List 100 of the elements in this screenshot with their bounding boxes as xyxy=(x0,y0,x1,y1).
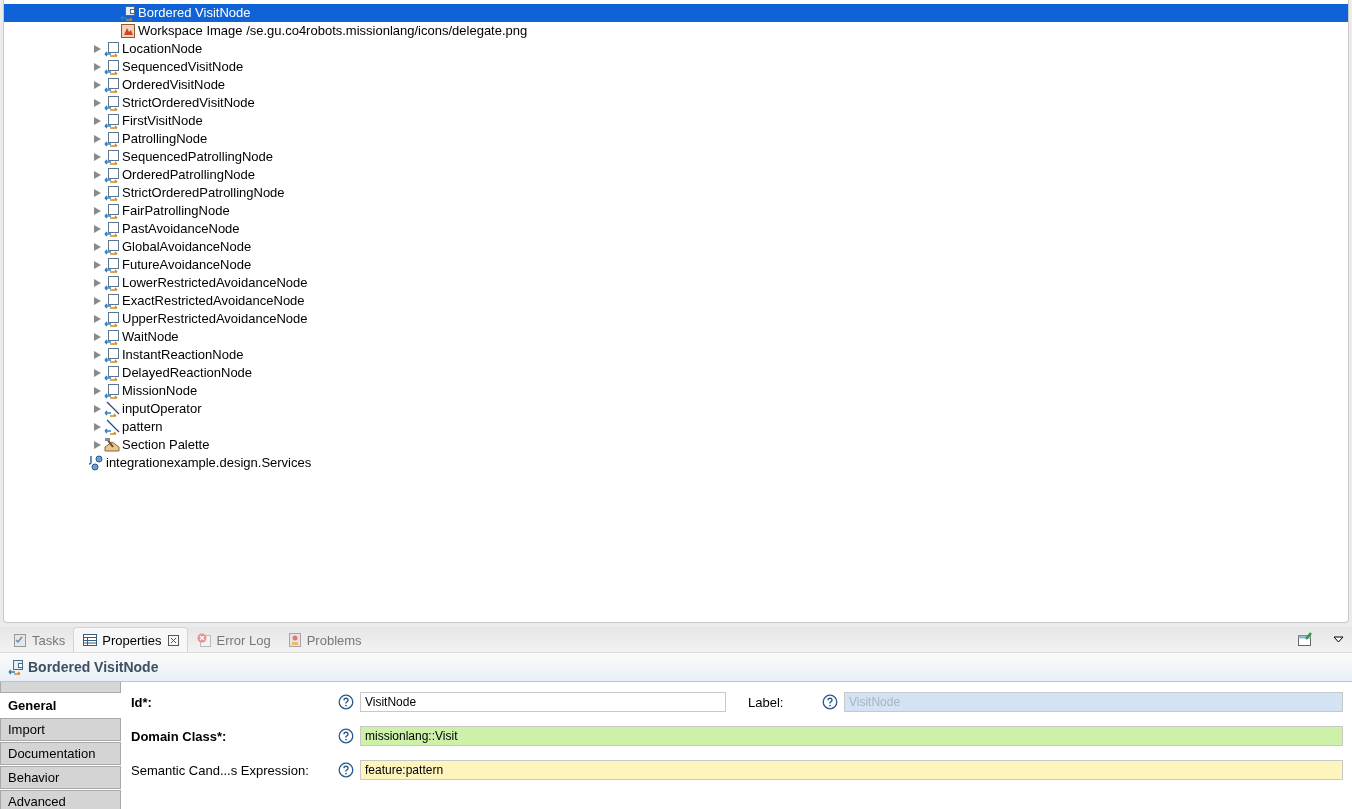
expand-arrow-icon[interactable] xyxy=(94,243,101,251)
help-icon[interactable] xyxy=(338,762,354,778)
tree-item[interactable]: FutureAvoidanceNode xyxy=(4,256,1348,274)
tree-item[interactable]: Workspace Image /se.gu.co4robots.missionlang/icons/delegate.png xyxy=(4,22,1348,40)
hammer-icon xyxy=(104,437,120,453)
tree-item[interactable]: pattern xyxy=(4,418,1348,436)
node-icon xyxy=(104,131,120,147)
tree-item[interactable]: PastAvoidanceNode xyxy=(4,220,1348,238)
node-icon xyxy=(104,185,120,201)
node-icon xyxy=(104,257,120,273)
tree-item[interactable]: GlobalAvoidanceNode xyxy=(4,238,1348,256)
clipboard-icon xyxy=(12,632,28,648)
tree-item[interactable]: StrictOrderedPatrollingNode xyxy=(4,184,1348,202)
expand-arrow-icon[interactable] xyxy=(94,369,101,377)
expand-arrow-icon[interactable] xyxy=(94,423,101,431)
help-icon[interactable] xyxy=(338,694,354,710)
tree-item-label: LowerRestrictedAvoidanceNode xyxy=(122,274,308,292)
edge-icon xyxy=(104,401,120,417)
tree-item-label: inputOperator xyxy=(122,400,202,418)
expand-arrow-icon[interactable] xyxy=(94,207,101,215)
node-icon xyxy=(104,293,120,309)
tree-item-label: integrationexample.design.Services xyxy=(106,454,312,472)
expand-arrow-icon[interactable] xyxy=(94,387,101,395)
tree-item[interactable]: DelayedReactionNode xyxy=(4,364,1348,382)
tree-item[interactable]: LocationNode xyxy=(4,40,1348,58)
expand-arrow-icon[interactable] xyxy=(94,279,101,287)
tree-item-label: InstantReactionNode xyxy=(122,346,244,364)
section-tab[interactable]: Documentation xyxy=(0,742,121,765)
tree-item-label: StrictOrderedVisitNode xyxy=(122,94,255,112)
field-label: Label: xyxy=(748,694,785,710)
tree-item-label: UpperRestrictedAvoidanceNode xyxy=(122,310,308,328)
expand-arrow-icon[interactable] xyxy=(94,405,101,413)
tree-item[interactable]: OrderedPatrollingNode xyxy=(4,166,1348,184)
tree-item-label: Section Palette xyxy=(122,436,210,454)
tree-item[interactable]: FirstVisitNode xyxy=(4,112,1348,130)
text-field[interactable]: missionlang::Visit xyxy=(360,726,1343,746)
tree-item[interactable]: WaitNode xyxy=(4,328,1348,346)
text-field[interactable]: VisitNode xyxy=(360,692,726,712)
tree-item[interactable]: InstantReactionNode xyxy=(4,346,1348,364)
help-icon[interactable] xyxy=(822,694,838,710)
expand-arrow-icon[interactable] xyxy=(94,117,101,125)
tree-item-label: PastAvoidanceNode xyxy=(122,220,240,238)
tree-item[interactable]: MissionNode xyxy=(4,382,1348,400)
view-tab[interactable]: Error Log xyxy=(188,628,279,652)
tree-item-label: FairPatrollingNode xyxy=(122,202,230,220)
field-label: Id*: xyxy=(131,694,153,710)
tree-item[interactable]: integrationexample.design.Services xyxy=(4,454,1348,472)
view-tab[interactable]: Tasks xyxy=(4,628,74,652)
text-field[interactable]: feature:pattern xyxy=(360,760,1343,780)
tree-item-label: FirstVisitNode xyxy=(122,112,203,130)
view-tab[interactable]: Properties xyxy=(73,627,189,652)
tree-item[interactable]: ExactRestrictedAvoidanceNode xyxy=(4,292,1348,310)
expand-arrow-icon[interactable] xyxy=(94,81,101,89)
node-icon xyxy=(104,383,120,399)
tree-item[interactable]: OrderedVisitNode xyxy=(4,76,1348,94)
expand-arrow-icon[interactable] xyxy=(94,351,101,359)
expand-arrow-icon[interactable] xyxy=(94,297,101,305)
tree-item[interactable]: Bordered VisitNode xyxy=(4,4,1348,22)
tree-item[interactable]: Section Palette xyxy=(4,436,1348,454)
node-icon xyxy=(104,203,120,219)
expand-arrow-icon[interactable] xyxy=(94,261,101,269)
expand-arrow-icon[interactable] xyxy=(94,153,101,161)
table-icon xyxy=(82,632,99,648)
node-icon xyxy=(104,221,120,237)
tree-item[interactable]: StrictOrderedVisitNode xyxy=(4,94,1348,112)
expand-arrow-icon[interactable] xyxy=(94,333,101,341)
bordered-node-icon xyxy=(120,5,136,21)
node-icon xyxy=(104,149,120,165)
expand-arrow-icon[interactable] xyxy=(94,171,101,179)
section-tab[interactable]: Advanced xyxy=(0,790,121,809)
expand-arrow-icon[interactable] xyxy=(94,315,101,323)
close-icon[interactable] xyxy=(168,634,180,646)
view-menu-icon[interactable] xyxy=(1333,635,1344,643)
tree-item[interactable]: PatrollingNode xyxy=(4,130,1348,148)
tree-item-label: StrictOrderedPatrollingNode xyxy=(122,184,285,202)
pin-icon[interactable] xyxy=(1297,631,1313,647)
tree-item-label: WaitNode xyxy=(122,328,179,346)
tree-item[interactable]: FairPatrollingNode xyxy=(4,202,1348,220)
section-tab[interactable]: Behavior xyxy=(0,766,121,789)
help-icon[interactable] xyxy=(338,728,354,744)
tree-item-label: LocationNode xyxy=(122,40,203,58)
expand-arrow-icon[interactable] xyxy=(94,189,101,197)
tree-item-label: DelayedReactionNode xyxy=(122,364,253,382)
tree-item[interactable]: UpperRestrictedAvoidanceNode xyxy=(4,310,1348,328)
tree-item[interactable]: SequencedPatrollingNode xyxy=(4,148,1348,166)
expand-arrow-icon[interactable] xyxy=(94,63,101,71)
tree-item-label: FutureAvoidanceNode xyxy=(122,256,252,274)
expand-arrow-icon[interactable] xyxy=(94,225,101,233)
expand-arrow-icon[interactable] xyxy=(94,45,101,53)
node-icon xyxy=(104,239,120,255)
services-icon xyxy=(88,455,104,471)
expand-arrow-icon[interactable] xyxy=(94,99,101,107)
tree-item[interactable]: inputOperator xyxy=(4,400,1348,418)
error-log-icon xyxy=(196,632,213,648)
tree-item[interactable]: LowerRestrictedAvoidanceNode xyxy=(4,274,1348,292)
section-tab[interactable]: Import xyxy=(0,718,121,741)
view-tab[interactable]: Problems xyxy=(278,628,370,652)
tree-item[interactable]: SequencedVisitNode xyxy=(4,58,1348,76)
node-icon xyxy=(104,311,120,327)
expand-arrow-icon[interactable] xyxy=(94,135,101,143)
